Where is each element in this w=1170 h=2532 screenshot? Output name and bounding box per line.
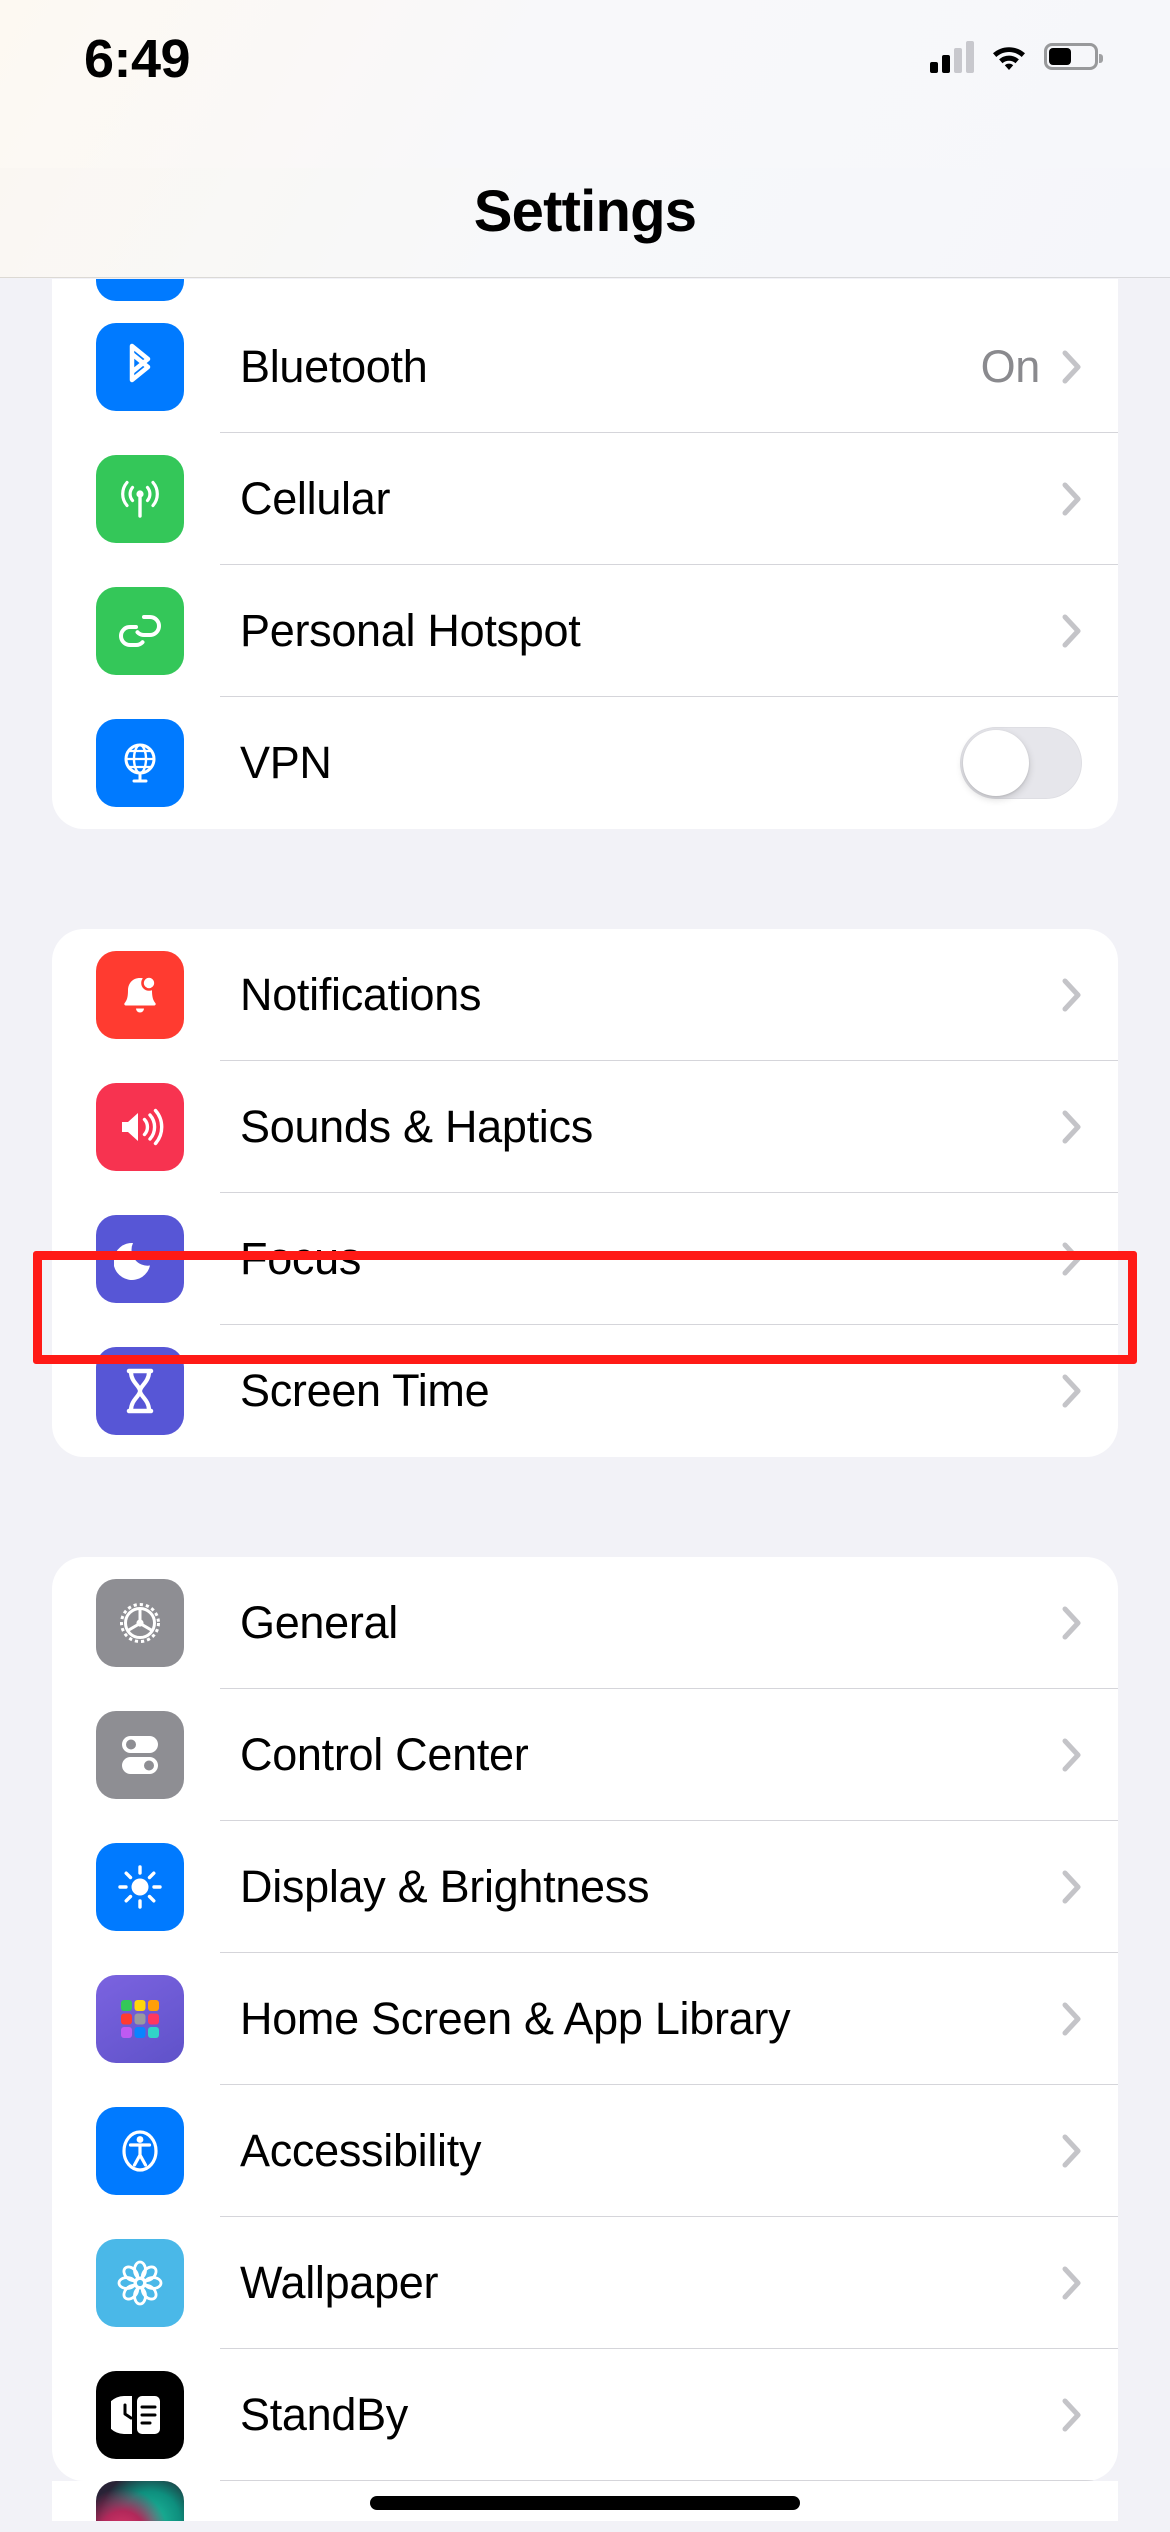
battery-icon <box>1044 42 1103 70</box>
wifi-icon <box>990 41 1028 71</box>
bluetooth-icon <box>96 323 184 411</box>
settings-row-label: Focus <box>240 1233 362 1284</box>
chevron-right-icon <box>1062 1606 1082 1640</box>
status-bar: 6:49 <box>0 0 1170 168</box>
iphone-settings-screen: Settings 6:49 Bluetooth On Cellular Pers… <box>0 0 1170 2532</box>
siri-search-icon <box>96 2481 184 2521</box>
settings-row-accessory <box>1062 1110 1082 1144</box>
vpn-toggle[interactable] <box>960 727 1082 799</box>
settings-row-sounds-haptics[interactable]: Sounds & Haptics <box>52 1061 1118 1193</box>
settings-row-accessory <box>1062 2266 1082 2300</box>
chevron-right-icon <box>1062 1374 1082 1408</box>
settings-row-label: Control Center <box>240 1729 529 1780</box>
focus-moon-icon <box>96 1215 184 1303</box>
chevron-right-icon <box>1062 1242 1082 1276</box>
chevron-right-icon <box>1062 2398 1082 2432</box>
settings-row-label: VPN <box>240 737 332 788</box>
personal-hotspot-icon <box>96 587 184 675</box>
control-center-icon <box>96 1711 184 1799</box>
chevron-right-icon <box>1062 614 1082 648</box>
settings-row-vpn[interactable]: VPN <box>52 697 1118 829</box>
settings-group-connectivity: Bluetooth On Cellular Personal Hotspot V… <box>52 301 1118 829</box>
settings-row-wallpaper[interactable]: Wallpaper <box>52 2217 1118 2349</box>
settings-row-accessory <box>1062 1606 1082 1640</box>
screen-time-hourglass-icon <box>96 1347 184 1435</box>
sounds-speaker-icon <box>96 1083 184 1171</box>
settings-row-label: Sounds & Haptics <box>240 1101 593 1152</box>
toggle-knob <box>963 730 1029 796</box>
settings-row-label: Home Screen & App Library <box>240 1993 791 2044</box>
status-bar-time: 6:49 <box>84 29 191 89</box>
status-bar-indicators <box>930 32 1103 80</box>
settings-row-accessory <box>1062 2002 1082 2036</box>
settings-row-home-screen[interactable]: Home Screen & App Library <box>52 1953 1118 2085</box>
wifi-settings-icon <box>96 279 184 301</box>
wifi-settings-row-clipped[interactable] <box>52 279 1118 301</box>
chevron-right-icon <box>1062 2266 1082 2300</box>
settings-row-label: Accessibility <box>240 2125 482 2176</box>
settings-scroll-content[interactable]: Bluetooth On Cellular Personal Hotspot V… <box>0 279 1170 2532</box>
settings-row-accessory: On <box>981 341 1082 393</box>
home-screen-grid-icon <box>96 1975 184 2063</box>
cellular-icon <box>96 455 184 543</box>
bluetooth-status-value: On <box>980 341 1041 392</box>
chevron-right-icon <box>1062 978 1082 1012</box>
settings-row-general[interactable]: General <box>52 1557 1118 1689</box>
settings-row-standby[interactable]: StandBy <box>52 2349 1118 2481</box>
general-gear-icon <box>96 1579 184 1667</box>
chevron-right-icon <box>1062 1110 1082 1144</box>
cellular-signal-icon <box>930 39 974 73</box>
settings-row-notifications[interactable]: Notifications <box>52 929 1118 1061</box>
settings-row-accessibility[interactable]: Accessibility <box>52 2085 1118 2217</box>
settings-row-label: StandBy <box>240 2389 409 2440</box>
home-indicator <box>370 2496 800 2510</box>
settings-row-screen-time[interactable]: Screen Time <box>52 1325 1118 1457</box>
settings-row-label: Display & Brightness <box>240 1861 650 1912</box>
settings-row-label: Cellular <box>240 473 391 524</box>
chevron-right-icon <box>1062 2134 1082 2168</box>
page-title: Settings <box>473 179 697 244</box>
settings-row-label: Bluetooth <box>240 341 428 392</box>
settings-row-accessory <box>1062 1242 1082 1276</box>
settings-row-accessory <box>1062 2398 1082 2432</box>
settings-row-accessory <box>1062 1738 1082 1772</box>
settings-row-label: Personal Hotspot <box>240 605 581 656</box>
chevron-right-icon <box>1062 482 1082 516</box>
chevron-right-icon <box>1062 2002 1082 2036</box>
settings-row-display-brightness[interactable]: Display & Brightness <box>52 1821 1118 1953</box>
settings-group-alerts: Notifications Sounds & Haptics Focus Scr… <box>52 929 1118 1457</box>
settings-row-bluetooth[interactable]: Bluetooth On <box>52 301 1118 433</box>
settings-group-system: General Control Center Display & Brightn… <box>52 1557 1118 2481</box>
settings-row-accessory <box>1062 482 1082 516</box>
settings-row-label: General <box>240 1597 398 1648</box>
accessibility-person-icon <box>96 2107 184 2195</box>
standby-clock-icon <box>96 2371 184 2459</box>
settings-row-accessory <box>1062 978 1082 1012</box>
settings-row-control-center[interactable]: Control Center <box>52 1689 1118 1821</box>
settings-row-accessory <box>1062 2134 1082 2168</box>
settings-row-label: Wallpaper <box>240 2257 439 2308</box>
settings-row-accessory <box>960 727 1082 799</box>
settings-row-label: Notifications <box>240 969 482 1020</box>
settings-row-accessory <box>1062 614 1082 648</box>
vpn-globe-icon <box>96 719 184 807</box>
settings-row-cellular[interactable]: Cellular <box>52 433 1118 565</box>
settings-row-personal-hotspot[interactable]: Personal Hotspot <box>52 565 1118 697</box>
display-brightness-sun-icon <box>96 1843 184 1931</box>
notifications-bell-icon <box>96 951 184 1039</box>
chevron-right-icon <box>1062 1738 1082 1772</box>
wallpaper-flower-icon <box>96 2239 184 2327</box>
settings-row-accessory <box>1062 1870 1082 1904</box>
chevron-right-icon <box>1062 350 1082 384</box>
chevron-right-icon <box>1062 1870 1082 1904</box>
settings-row-accessory <box>1062 1374 1082 1408</box>
settings-row-focus[interactable]: Focus <box>52 1193 1118 1325</box>
settings-row-label: Screen Time <box>240 1365 490 1416</box>
